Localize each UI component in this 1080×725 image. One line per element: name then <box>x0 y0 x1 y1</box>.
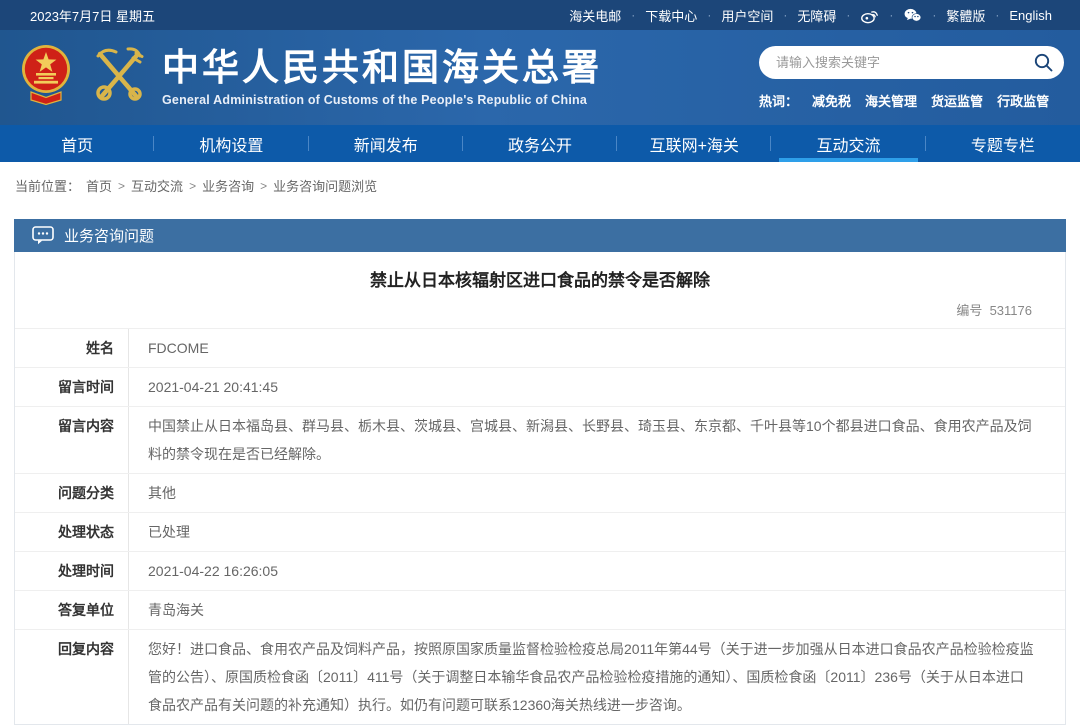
topbar-link-customs-mail[interactable]: 海关电邮 <box>569 6 621 25</box>
table-row: 留言时间 2021-04-21 20:41:45 <box>15 367 1065 406</box>
breadcrumb-current: 业务咨询问题浏览 <box>273 179 378 194</box>
table-row: 答复单位 青岛海关 <box>15 590 1065 629</box>
row-label-question-category: 问题分类 <box>58 485 114 501</box>
row-label-reply-content: 回复内容 <box>58 641 114 657</box>
topbar-links: 海关电邮 · 下载中心 · 用户空间 · 无障碍 · · · 繁體版 · Eng… <box>569 6 1052 25</box>
breadcrumb-separator: > <box>260 178 268 193</box>
row-label-process-time: 处理时间 <box>58 563 114 579</box>
topbar-link-accessibility[interactable]: 无障碍 <box>797 6 836 25</box>
row-label-process-status: 处理状态 <box>58 524 114 540</box>
topbar-link-english[interactable]: English <box>1009 8 1052 23</box>
panel-title: 业务咨询问题 <box>64 228 155 245</box>
weibo-icon[interactable] <box>860 7 879 24</box>
search-box <box>759 45 1064 79</box>
row-value-message-content: 中国禁止从日本福岛县、群马县、栃木县、茨城县、宫城县、新潟县、长野县、琦玉县、东… <box>128 407 1065 473</box>
question-number-line: 编号 531176 <box>15 293 1065 328</box>
nav-item-internet-customs[interactable]: 互联网+海关 <box>617 125 772 162</box>
breadcrumb-link-business-inquiry[interactable]: 业务咨询 <box>202 176 254 195</box>
site-brand[interactable]: 中华人民共和国海关总署 General Administration of Cu… <box>20 42 602 113</box>
site-title: 中华人民共和国海关总署 <box>162 46 602 88</box>
site-header: 中华人民共和国海关总署 General Administration of Cu… <box>0 30 1080 125</box>
row-value-reply-content: 您好！进口食品、食用农产品及饲料产品，按照原国家质量监督检验检疫总局2011年第… <box>128 630 1065 724</box>
dot-separator: · <box>631 8 636 22</box>
row-value-question-category: 其他 <box>128 474 1065 512</box>
row-value-message-time: 2021-04-21 20:41:45 <box>128 368 1065 406</box>
inquiry-panel: 业务咨询问题 禁止从日本核辐射区进口食品的禁令是否解除 编号 531176 姓名… <box>14 219 1066 725</box>
dot-separator: · <box>932 8 937 22</box>
table-row: 回复内容 您好！进口食品、食用农产品及饲料产品，按照原国家质量监督检验检疫总局2… <box>15 629 1065 724</box>
current-date: 2023年7月7日 星期五 <box>30 8 155 24</box>
main-nav: 首页 机构设置 新闻发布 政务公开 互联网+海关 互动交流 专题专栏 <box>0 125 1080 162</box>
dot-separator: · <box>707 8 712 22</box>
search-button[interactable] <box>1033 52 1054 73</box>
breadcrumb-separator: > <box>118 178 126 193</box>
nav-item-government-affairs[interactable]: 政务公开 <box>463 125 618 162</box>
header-search-area: 热词： 减免税 海关管理 货运监管 行政监管 <box>759 45 1064 110</box>
panel-body: 禁止从日本核辐射区进口食品的禁令是否解除 编号 531176 姓名 FDCOME… <box>14 252 1066 725</box>
nav-item-news[interactable]: 新闻发布 <box>309 125 464 162</box>
panel-header: 业务咨询问题 <box>14 219 1066 252</box>
hotword-link[interactable]: 行政监管 <box>997 91 1049 110</box>
table-row: 留言内容 中国禁止从日本福岛县、群马县、栃木县、茨城县、宫城县、新潟县、长野县、… <box>15 406 1065 473</box>
question-title: 禁止从日本核辐射区进口食品的禁令是否解除 <box>370 271 710 290</box>
hotword-link[interactable]: 货运监管 <box>931 91 983 110</box>
top-utility-bar: 2023年7月7日 星期五 海关电邮 · 下载中心 · 用户空间 · 无障碍 ·… <box>0 0 1080 30</box>
wechat-icon[interactable] <box>903 7 922 23</box>
breadcrumb-link-home[interactable]: 首页 <box>86 176 112 195</box>
search-input[interactable] <box>759 45 1064 79</box>
breadcrumb: 当前位置： 首页 > 互动交流 > 业务咨询 > 业务咨询问题浏览 <box>0 162 1080 195</box>
search-icon <box>1034 53 1053 71</box>
nav-item-organization[interactable]: 机构设置 <box>154 125 309 162</box>
row-value-reply-unit: 青岛海关 <box>128 591 1065 629</box>
row-label-message-content: 留言内容 <box>58 418 114 434</box>
dot-separator: · <box>889 8 894 22</box>
dot-separator: · <box>783 8 788 22</box>
row-label-reply-unit: 答复单位 <box>58 602 114 618</box>
table-row: 处理时间 2021-04-22 16:26:05 <box>15 551 1065 590</box>
nav-item-interaction[interactable]: 互动交流 <box>771 125 926 162</box>
dot-separator: · <box>846 8 851 22</box>
number-value: 531176 <box>989 303 1032 318</box>
topbar-link-traditional-chinese[interactable]: 繁體版 <box>946 6 985 25</box>
hotwords-row: 热词： 减免税 海关管理 货运监管 行政监管 <box>759 91 1064 110</box>
nav-item-special-topics[interactable]: 专题专栏 <box>926 125 1080 162</box>
row-value-process-time: 2021-04-22 16:26:05 <box>128 552 1065 590</box>
hotword-link[interactable]: 海关管理 <box>865 91 917 110</box>
number-label: 编号 <box>956 303 983 318</box>
row-label-message-time: 留言时间 <box>58 379 114 395</box>
customs-key-emblem <box>86 42 152 113</box>
breadcrumb-separator: > <box>189 178 197 193</box>
nav-item-home[interactable]: 首页 <box>0 125 155 162</box>
topbar-link-user-space[interactable]: 用户空间 <box>721 6 773 25</box>
brand-text: 中华人民共和国海关总署 General Administration of Cu… <box>162 46 602 108</box>
breadcrumb-link-interaction[interactable]: 互动交流 <box>131 176 183 195</box>
national-emblem <box>20 43 72 112</box>
table-row: 问题分类 其他 <box>15 473 1065 512</box>
chat-bubble-icon <box>32 226 54 245</box>
table-row: 姓名 FDCOME <box>15 328 1065 367</box>
topbar-link-download-center[interactable]: 下载中心 <box>645 6 697 25</box>
dot-separator: · <box>995 8 1000 22</box>
row-value-process-status: 已处理 <box>128 513 1065 551</box>
row-label-name: 姓名 <box>86 340 114 356</box>
site-subtitle: General Administration of Customs of the… <box>162 93 587 108</box>
breadcrumb-prefix: 当前位置： <box>15 179 81 194</box>
table-row: 处理状态 已处理 <box>15 512 1065 551</box>
hotword-link[interactable]: 减免税 <box>812 91 851 110</box>
row-value-name: FDCOME <box>128 329 1065 367</box>
hotwords-label: 热词： <box>759 93 799 109</box>
